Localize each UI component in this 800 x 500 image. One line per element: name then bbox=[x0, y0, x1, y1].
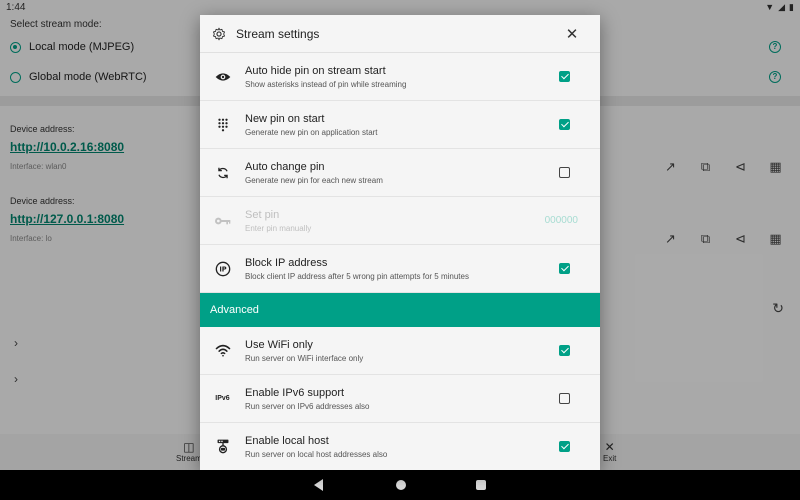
checkbox-checked[interactable] bbox=[559, 119, 570, 130]
back-icon[interactable] bbox=[314, 479, 323, 491]
checkbox-checked[interactable] bbox=[559, 441, 570, 452]
setting-subtitle: Run server on WiFi interface only bbox=[245, 353, 364, 363]
setting-title: Enable local host bbox=[245, 434, 329, 447]
wifi-icon bbox=[200, 344, 245, 357]
checkbox-checked[interactable] bbox=[559, 263, 570, 274]
ip-icon: IP bbox=[200, 261, 245, 277]
setting-title: Auto change pin bbox=[245, 160, 325, 173]
setting-title: Enable IPv6 support bbox=[245, 386, 345, 399]
setting-subtitle: Show asterisks instead of pin while stre… bbox=[245, 79, 407, 89]
system-navigation-bar bbox=[0, 470, 800, 500]
sync-icon bbox=[200, 166, 245, 180]
setting-wifi-only[interactable]: Use WiFi only Run server on WiFi interfa… bbox=[200, 327, 600, 375]
checkbox-unchecked[interactable] bbox=[559, 167, 570, 178]
advanced-section-header: Advanced bbox=[200, 293, 600, 327]
checkbox-checked[interactable] bbox=[559, 345, 570, 356]
checkbox-checked[interactable] bbox=[559, 71, 570, 82]
setting-title: Auto hide pin on stream start bbox=[245, 64, 386, 77]
key-icon bbox=[200, 216, 245, 226]
setting-new-pin-on-start[interactable]: New pin on start Generate new pin on app… bbox=[200, 101, 600, 149]
setting-subtitle: Run server on IPv6 addresses also bbox=[245, 401, 370, 411]
gear-icon bbox=[212, 27, 226, 40]
setting-subtitle: Run server on local host addresses also bbox=[245, 449, 388, 459]
ipv6-icon: IPv6 bbox=[215, 395, 230, 402]
dialpad-icon bbox=[200, 118, 245, 132]
dialog-title: Stream settings bbox=[236, 26, 320, 41]
setting-auto-hide-pin[interactable]: Auto hide pin on stream start Show aster… bbox=[200, 53, 600, 101]
setting-title: Use WiFi only bbox=[245, 338, 313, 351]
dialog-header: Stream settings ✕ bbox=[200, 15, 600, 53]
setting-title: Set pin bbox=[245, 208, 280, 221]
eye-icon bbox=[200, 71, 245, 83]
setting-title: New pin on start bbox=[245, 112, 325, 125]
setting-ipv6[interactable]: IPv6 Enable IPv6 support Run server on I… bbox=[200, 375, 600, 423]
setting-subtitle: Block client IP address after 5 wrong pi… bbox=[245, 271, 469, 281]
setting-subtitle: Generate new pin on application start bbox=[245, 127, 378, 137]
home-icon[interactable] bbox=[396, 480, 406, 490]
close-icon[interactable]: ✕ bbox=[562, 25, 582, 43]
svg-text:IP: IP bbox=[219, 265, 226, 273]
setting-subtitle: Generate new pin for each new stream bbox=[245, 175, 383, 185]
setting-block-ip[interactable]: IP Block IP address Block client IP addr… bbox=[200, 245, 600, 293]
recents-icon[interactable] bbox=[476, 480, 486, 490]
checkbox-unchecked[interactable] bbox=[559, 393, 570, 404]
stream-settings-dialog: Stream settings ✕ Auto hide pin on strea… bbox=[200, 15, 600, 470]
pin-value: 000000 bbox=[544, 215, 578, 226]
setting-auto-change-pin[interactable]: Auto change pin Generate new pin for eac… bbox=[200, 149, 600, 197]
setting-set-pin: Set pin Enter pin manually 000000 bbox=[200, 197, 600, 245]
localhost-icon bbox=[200, 439, 245, 454]
setting-local-host[interactable]: Enable local host Run server on local ho… bbox=[200, 423, 600, 470]
setting-title: Block IP address bbox=[245, 256, 328, 269]
setting-subtitle: Enter pin manually bbox=[245, 223, 312, 233]
